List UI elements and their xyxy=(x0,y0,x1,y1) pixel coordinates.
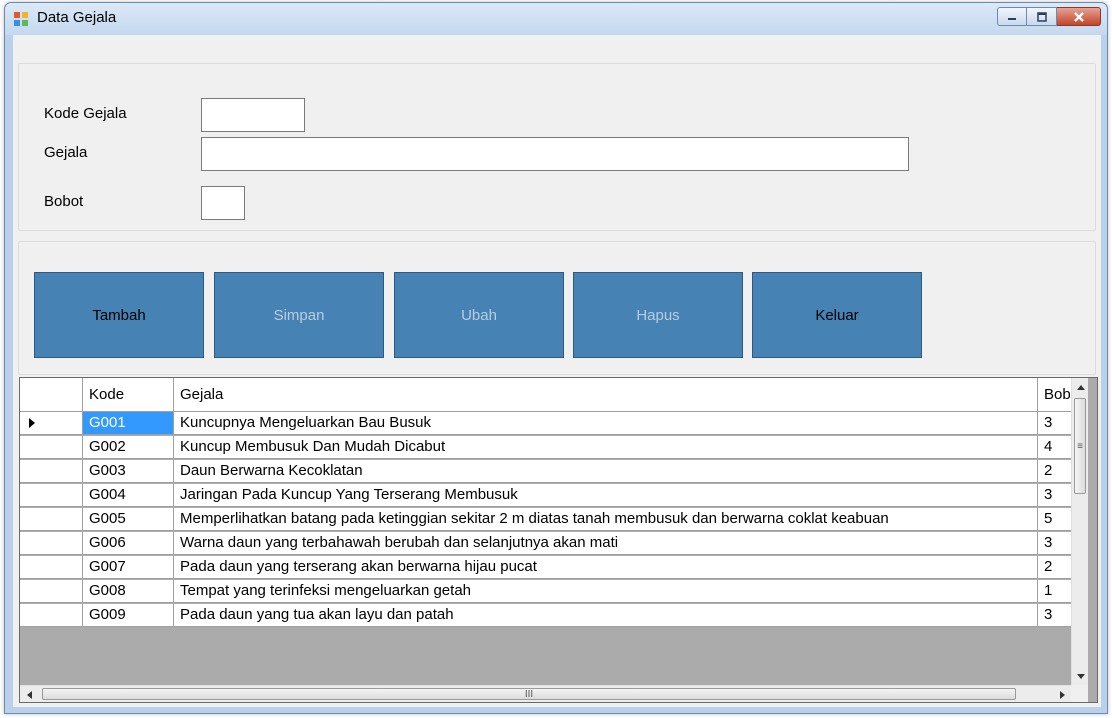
chevron-up-icon xyxy=(1076,384,1085,390)
table-row[interactable]: G003 Daun Berwarna Kecoklatan 2 xyxy=(20,460,1078,483)
title-bar[interactable]: Data Gejala xyxy=(5,3,1107,35)
minimize-icon xyxy=(1008,17,1016,20)
row-header[interactable] xyxy=(20,412,83,435)
close-button[interactable] xyxy=(1057,7,1101,26)
row-header[interactable] xyxy=(20,436,83,459)
row-header[interactable] xyxy=(20,484,83,507)
cell-kode[interactable]: G003 xyxy=(83,460,174,483)
cell-kode[interactable]: G002 xyxy=(83,436,174,459)
bobot-input[interactable] xyxy=(201,186,245,220)
kode-gejala-label: Kode Gejala xyxy=(44,105,127,122)
hapus-button[interactable]: Hapus xyxy=(573,272,743,358)
vertical-scrollbar[interactable]: ≡ xyxy=(1071,378,1088,685)
cell-gejala[interactable]: Tempat yang terinfeksi mengeluarkan geta… xyxy=(174,580,1038,603)
gejala-label: Gejala xyxy=(44,144,88,161)
scrollbar-corner xyxy=(1071,685,1088,702)
cell-kode[interactable]: G008 xyxy=(83,580,174,603)
row-header[interactable] xyxy=(20,508,83,531)
row-header[interactable] xyxy=(20,604,83,627)
row-header-corner xyxy=(20,378,83,412)
table-row[interactable]: G002 Kuncup Membusuk Dan Mudah Dicabut 4 xyxy=(20,436,1078,459)
cell-gejala[interactable]: Kuncupnya Mengeluarkan Bau Busuk xyxy=(174,412,1038,435)
form-icon xyxy=(14,12,28,26)
chevron-right-icon xyxy=(1059,690,1065,699)
cell-kode[interactable]: G004 xyxy=(83,484,174,507)
row-header[interactable] xyxy=(20,556,83,579)
close-icon xyxy=(1073,11,1084,22)
horizontal-scroll-thumb[interactable]: III xyxy=(42,688,1016,700)
table-row[interactable]: G004 Jaringan Pada Kuncup Yang Terserang … xyxy=(20,484,1078,507)
vertical-scroll-thumb[interactable]: ≡ xyxy=(1074,398,1086,494)
cell-gejala[interactable]: Warna daun yang terbahawah berubah dan s… xyxy=(174,532,1038,555)
scroll-down-arrow[interactable] xyxy=(1072,668,1089,685)
column-header-gejala[interactable]: Gejala xyxy=(174,378,1038,412)
cell-kode[interactable]: G005 xyxy=(83,508,174,531)
form-client-area: Kode Gejala Gejala Bobot Tambah Simpan U… xyxy=(13,35,1101,707)
data-gejala-window: Data Gejala Kode Gejala Gejala Bobot Tam… xyxy=(4,2,1108,714)
cell-kode[interactable]: G009 xyxy=(83,604,174,627)
table-row[interactable]: G006 Warna daun yang terbahawah berubah d… xyxy=(20,532,1078,555)
simpan-button[interactable]: Simpan xyxy=(214,272,384,358)
scroll-left-arrow[interactable] xyxy=(20,686,37,702)
maximize-button[interactable] xyxy=(1027,7,1057,26)
cell-kode[interactable]: G001 xyxy=(83,412,174,435)
maximize-icon xyxy=(1036,11,1047,22)
bobot-label: Bobot xyxy=(44,193,84,210)
current-row-arrow-icon xyxy=(29,418,35,428)
keluar-button[interactable]: Keluar xyxy=(752,272,922,358)
chevron-left-icon xyxy=(26,690,32,699)
row-header[interactable] xyxy=(20,460,83,483)
kode-gejala-input[interactable] xyxy=(201,98,305,132)
cell-gejala[interactable]: Memperlihatkan batang pada ketinggian se… xyxy=(174,508,1038,531)
window-title: Data Gejala xyxy=(37,9,117,26)
tambah-button[interactable]: Tambah xyxy=(34,272,204,358)
cell-gejala[interactable]: Daun Berwarna Kecoklatan xyxy=(174,460,1038,483)
row-header[interactable] xyxy=(20,532,83,555)
row-header[interactable] xyxy=(20,580,83,603)
column-header-kode[interactable]: Kode xyxy=(83,378,174,412)
scroll-right-arrow[interactable] xyxy=(1054,686,1071,702)
cell-gejala[interactable]: Kuncup Membusuk Dan Mudah Dicabut xyxy=(174,436,1038,459)
cell-gejala[interactable]: Pada daun yang tua akan layu dan patah xyxy=(174,604,1038,627)
cell-gejala[interactable]: Jaringan Pada Kuncup Yang Terserang Memb… xyxy=(174,484,1038,507)
chevron-down-icon xyxy=(1076,673,1085,679)
input-groupbox: Kode Gejala Gejala Bobot xyxy=(18,63,1096,231)
table-row[interactable]: G009 Pada daun yang tua akan layu dan pat… xyxy=(20,604,1078,627)
cell-kode[interactable]: G007 xyxy=(83,556,174,579)
minimize-button[interactable] xyxy=(997,7,1027,26)
table-row[interactable]: G001 Kuncupnya Mengeluarkan Bau Busuk 3 xyxy=(20,412,1078,435)
table-row[interactable]: G008 Tempat yang terinfeksi mengeluarkan … xyxy=(20,580,1078,603)
scroll-up-arrow[interactable] xyxy=(1072,378,1089,395)
cell-gejala[interactable]: Pada daun yang terserang akan berwarna h… xyxy=(174,556,1038,579)
horizontal-scrollbar[interactable]: III xyxy=(20,685,1071,702)
table-row[interactable]: G005 Memperlihatkan batang pada ketinggia… xyxy=(20,508,1078,531)
table-row[interactable]: G007 Pada daun yang terserang akan berwar… xyxy=(20,556,1078,579)
gejala-input[interactable] xyxy=(201,137,909,171)
cell-kode[interactable]: G006 xyxy=(83,532,174,555)
ubah-button[interactable]: Ubah xyxy=(394,272,564,358)
gejala-data-grid[interactable]: Kode Gejala Bobot G001Kuncupnya Mengelua… xyxy=(19,377,1098,703)
